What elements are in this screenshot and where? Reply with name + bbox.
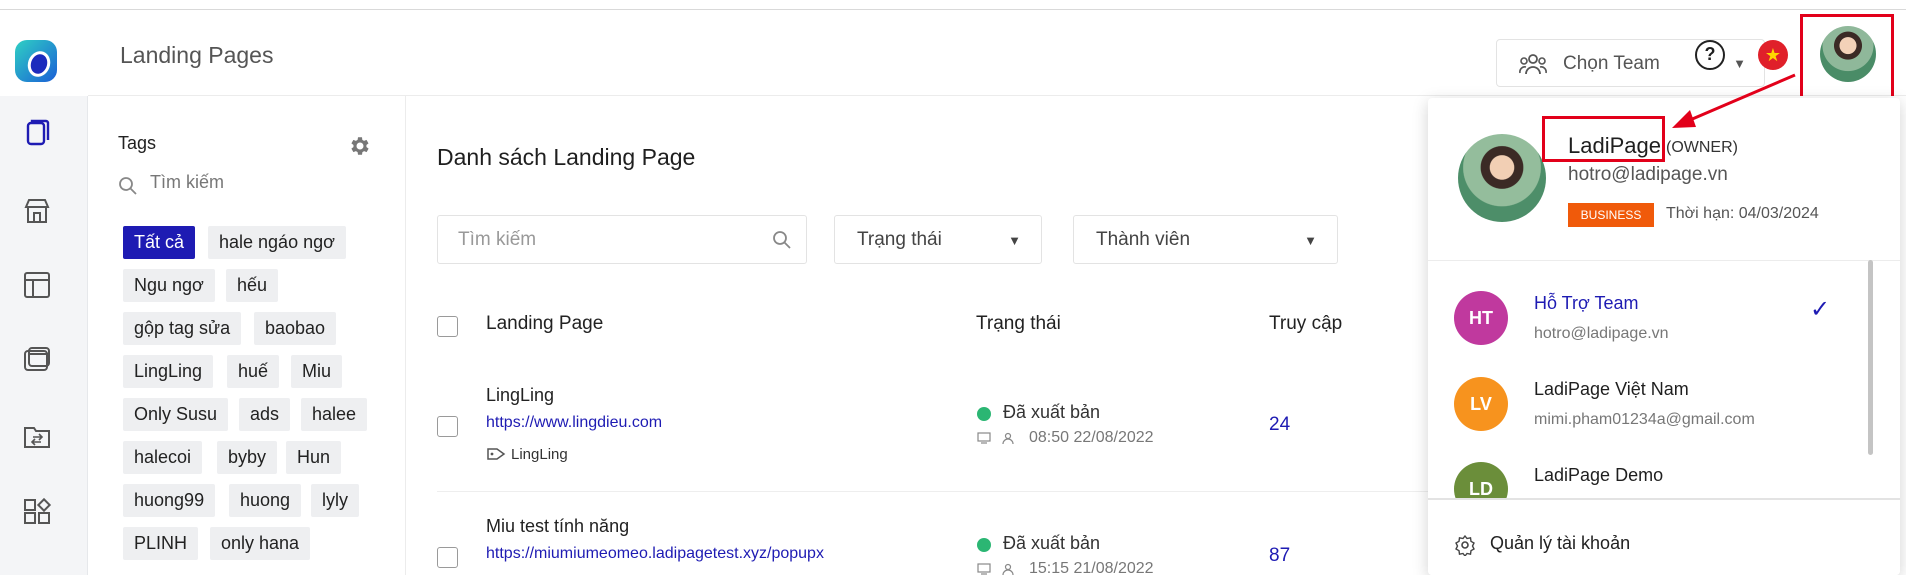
row-divider [437,491,1437,492]
page-title: Landing Pages [120,42,274,68]
popup-nav-icon[interactable] [22,345,52,375]
caret-down-icon: ▼ [1304,233,1317,248]
device-icon [977,431,991,445]
settings-icon [1454,534,1476,558]
team-select[interactable]: Chọn Team ▼ [1496,39,1765,87]
manage-account-row[interactable]: Quản lý tài khoản [1428,500,1900,575]
tag-chip[interactable]: LingLing [123,355,214,388]
tag-chip[interactable]: Hun [286,441,342,474]
select-all-checkbox[interactable] [437,316,458,337]
tags-title: Tags [118,133,157,153]
manage-account-label: Quản lý tài khoản [1490,533,1631,553]
landing-page-url[interactable]: https://miumiumeomeo.ladipagetest.xyz/po… [486,545,824,563]
account-role: (OWNER) [1666,139,1738,156]
ladipage-logo[interactable] [15,40,57,82]
tag-chip[interactable]: Ngu ngơ [123,269,215,302]
template-nav-icon[interactable] [22,270,52,300]
name-highlight-box [1542,116,1665,162]
account-avatar [1458,134,1546,222]
member-filter-label: Thành viên [1096,229,1191,250]
logo-cell [0,10,88,96]
caret-down-icon: ▼ [1008,233,1021,248]
account-item-name: Hỗ Trợ Team [1534,293,1639,313]
store-nav-icon[interactable] [22,196,52,226]
row-tag-label: LingLing [511,446,568,463]
list-title: Danh sách Landing Page [437,144,696,170]
avatar-highlight-box [1800,14,1894,105]
tag-chip[interactable]: gộp tag sửa [123,312,242,345]
account-initials-avatar: LV [1454,377,1508,431]
account-item-email: hotro@ladipage.vn [1534,325,1669,342]
member-filter-dropdown[interactable]: Thành viên ▼ [1073,215,1338,264]
tag-icon [486,446,506,462]
tag-chip[interactable]: halecoi [123,441,203,474]
row-checkbox[interactable] [437,416,458,437]
column-header-landing-page[interactable]: Landing Page [486,313,603,335]
tag-chip[interactable]: lyly [311,484,359,517]
panel-scrollbar[interactable] [1868,260,1873,455]
published-status-dot [977,538,991,552]
plan-expiry: Thời hạn: 04/03/2024 [1666,205,1819,222]
status-filter-dropdown[interactable]: Trạng thái ▼ [834,215,1042,264]
search-icon [772,230,792,250]
check-icon: ✓ [1810,296,1831,323]
landing-page-name[interactable]: LingLing [486,385,554,406]
account-initials-avatar: HT [1454,291,1508,345]
tag-chip[interactable]: PLINH [123,527,199,560]
tag-chip[interactable]: byby [217,441,278,474]
search-icon [118,176,138,196]
user-icon [1001,431,1015,445]
landing-page-url[interactable]: https://www.lingdieu.com [486,414,662,432]
row-status: Đã xuất bản [1003,533,1101,553]
row-updated-time: 08:50 22/08/2022 [1029,429,1154,446]
device-icon [977,562,991,575]
tag-chip[interactable]: huế [227,355,280,388]
account-item-name: LadiPage Việt Nam [1534,379,1689,399]
team-icon [1519,52,1547,76]
tag-chip[interactable]: ads [239,398,291,431]
column-header-status[interactable]: Trạng thái [976,313,1061,335]
panel-divider [1428,260,1900,261]
account-email: hotro@ladipage.vn [1568,164,1728,185]
account-item-name: LadiPage Demo [1534,465,1664,485]
account-dropdown-panel: LadiPage (OWNER) hotro@ladipage.vn BUSIN… [1428,98,1900,575]
apps-nav-icon[interactable] [22,497,52,527]
folder-transfer-nav-icon[interactable] [22,422,52,452]
published-status-dot [977,407,991,421]
row-updated-time: 15:15 21/08/2022 [1029,560,1154,575]
landing-pages-nav-icon[interactable] [22,118,52,148]
tag-chip[interactable]: baobao [254,312,337,345]
tag-chip[interactable]: Tất cả [123,226,196,259]
tags-panel: Tags Tìm kiếm Tất cả hale ngáo ngơ Ngu n… [88,96,406,575]
landing-search-input[interactable]: Tìm kiếm [437,215,807,264]
user-icon [1001,562,1015,575]
row-checkbox[interactable] [437,547,458,568]
search-placeholder: Tìm kiếm [458,229,537,250]
help-icon[interactable]: ? [1695,40,1725,70]
row-status: Đã xuất bản [1003,402,1101,422]
status-filter-label: Trạng thái [857,229,942,250]
account-item-email: mimi.pham01234a@gmail.com [1534,411,1755,428]
tag-chip[interactable]: Miu [291,355,343,388]
tag-chip[interactable]: hếu [226,269,279,302]
team-select-label: Chọn Team [1563,53,1660,74]
tag-chip[interactable]: huong [229,484,302,517]
tag-chip[interactable]: only hana [210,527,311,560]
tag-search-input[interactable]: Tìm kiếm [150,172,224,193]
tag-chip[interactable]: huong99 [123,484,216,517]
row-visits[interactable]: 87 [1269,545,1290,567]
caret-down-icon: ▼ [1733,56,1746,71]
row-visits[interactable]: 24 [1269,414,1290,436]
landing-page-name[interactable]: Miu test tính năng [486,516,629,537]
vietnam-flag-icon[interactable]: ★ [1758,40,1788,70]
gear-icon[interactable] [348,134,372,158]
tag-chip[interactable]: halee [301,398,368,431]
top-header: Landing Pages Chọn Team ▼ ? ★ [88,10,1906,96]
app-root: Landing Pages Chọn Team ▼ ? ★ Tags Tìm k… [0,0,1906,575]
window-top-border [0,0,1906,10]
tag-chip[interactable]: Only Susu [123,398,229,431]
column-header-visits[interactable]: Truy cập [1269,313,1342,335]
tag-chip[interactable]: hale ngáo ngơ [208,226,346,259]
plan-badge: BUSINESS [1568,203,1654,227]
